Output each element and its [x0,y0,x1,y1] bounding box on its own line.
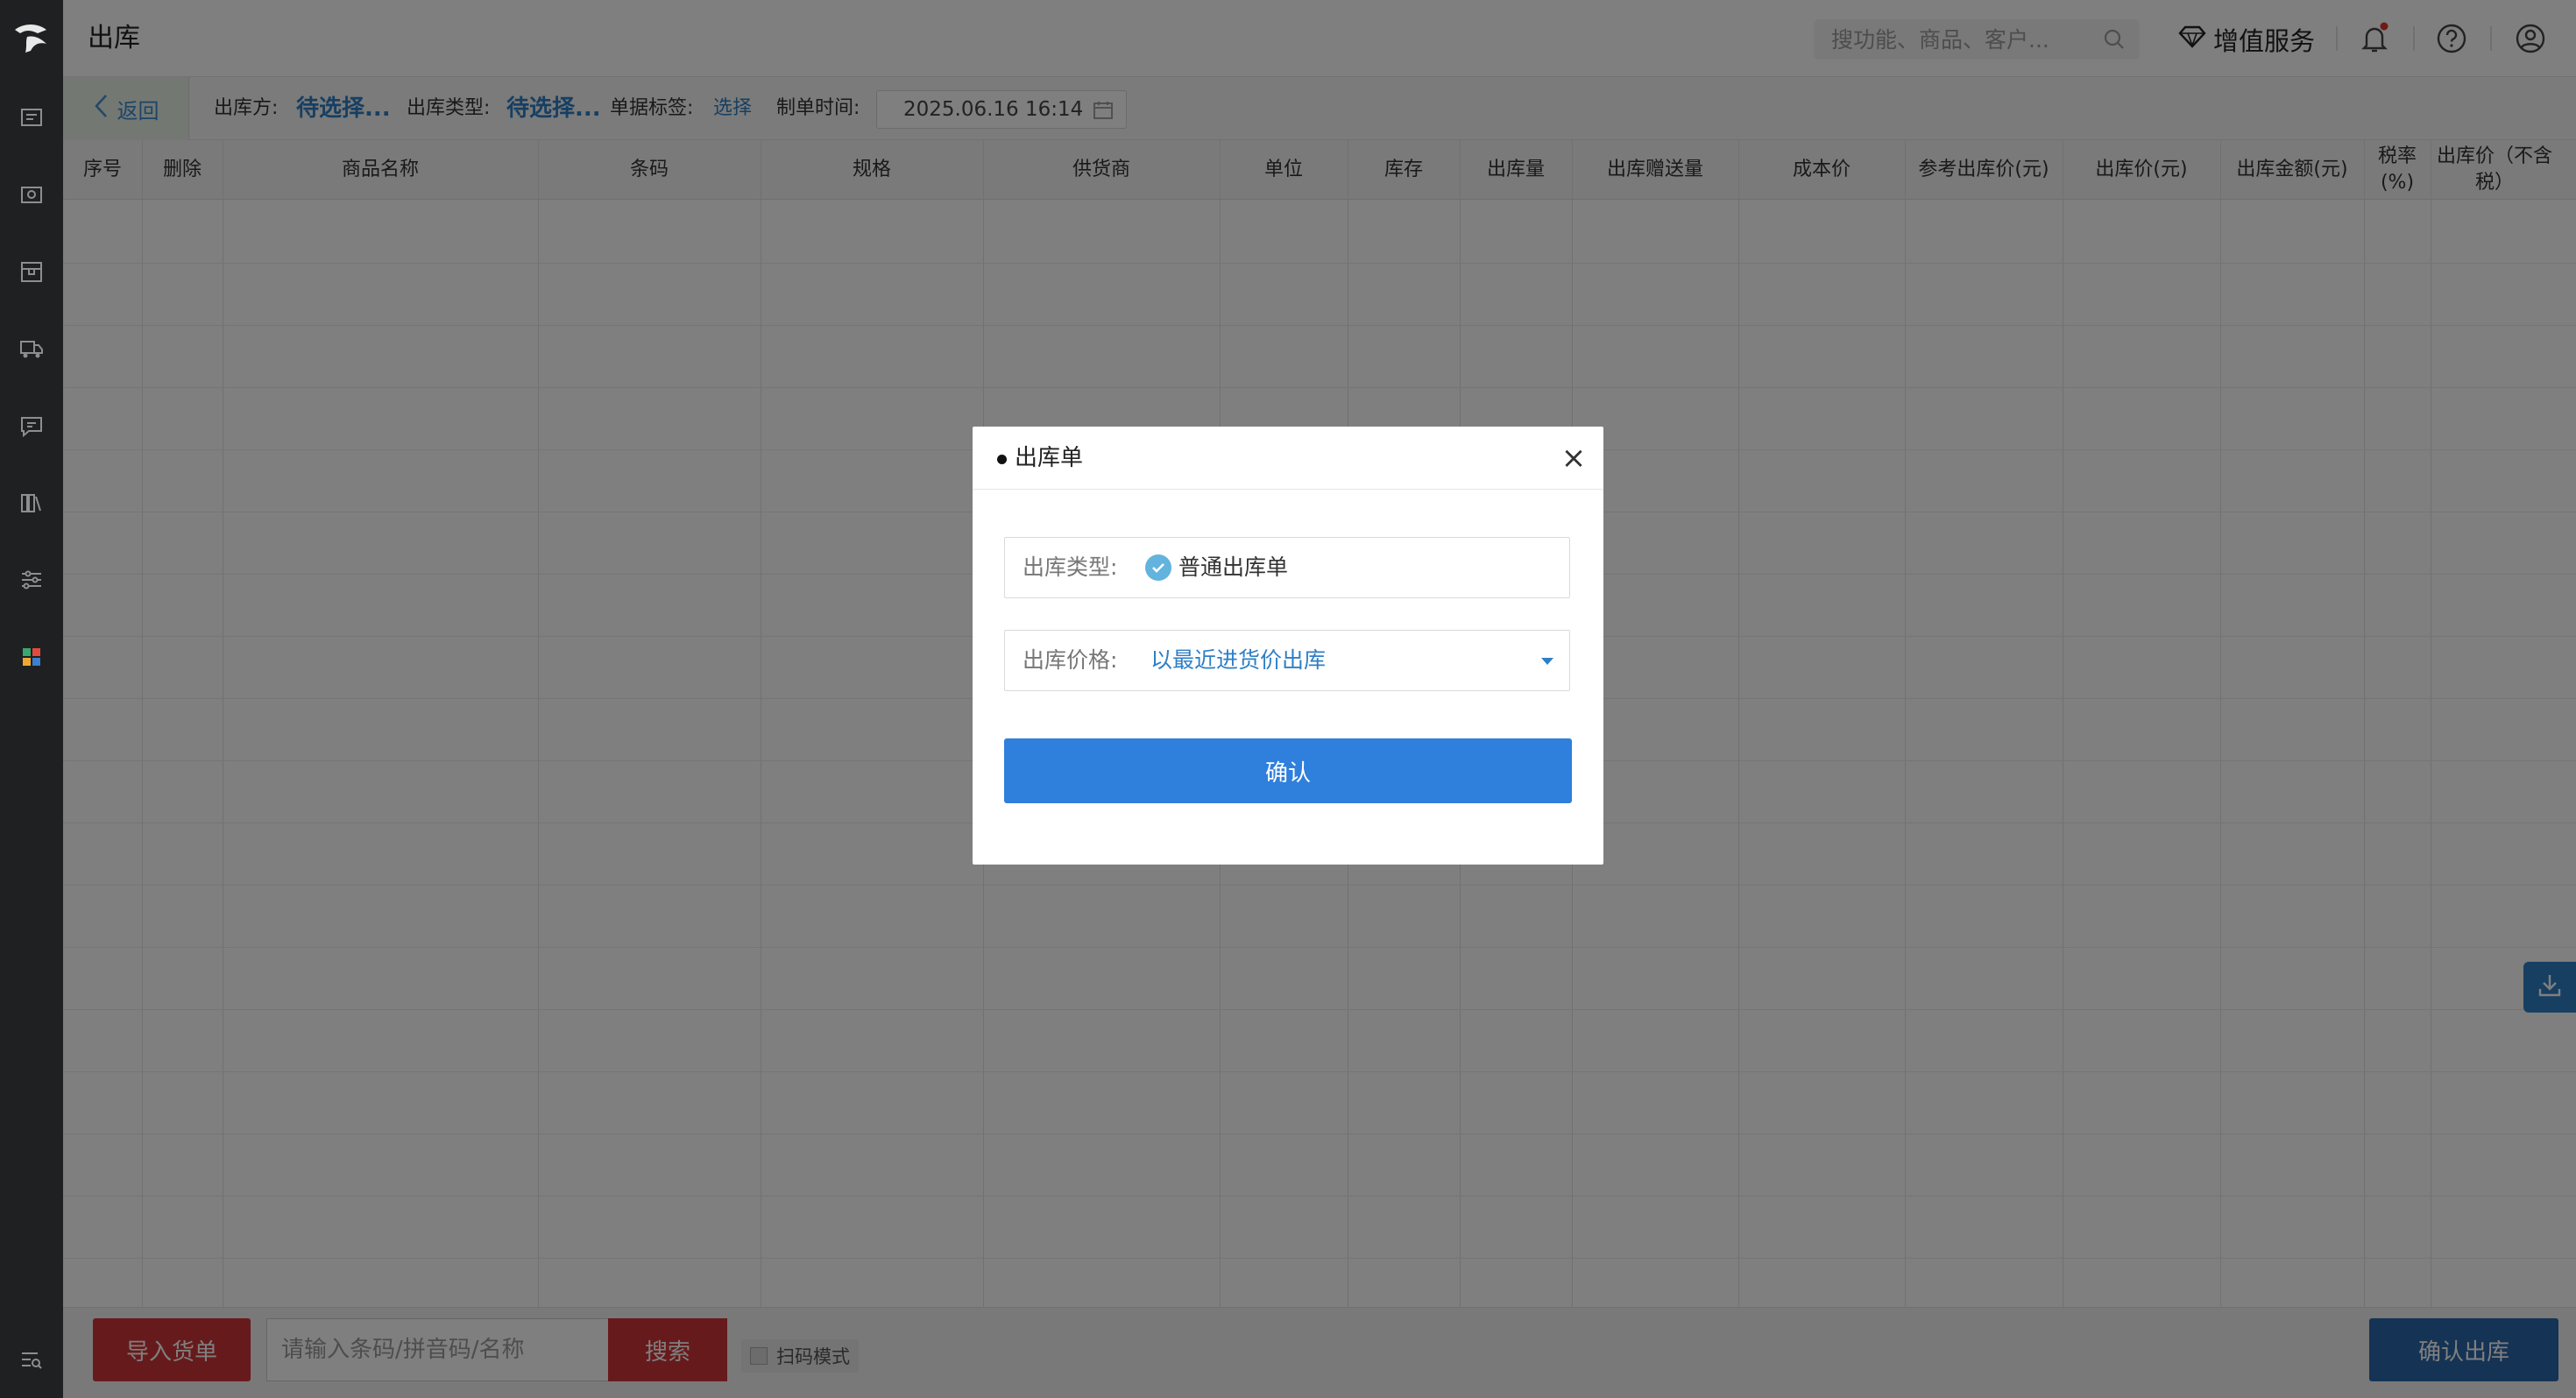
nav-delivery-icon[interactable] [16,333,47,364]
nav-settings-icon[interactable] [16,564,47,596]
nav-message-icon[interactable] [16,410,47,441]
sidebar [0,0,63,1398]
nav-collapse-icon[interactable] [16,1344,47,1375]
chevron-down-icon[interactable] [1541,658,1553,665]
dialog-title: 出库单 [1015,445,1084,471]
app-logo[interactable] [0,0,63,77]
nav-apps-icon[interactable] [16,641,47,673]
check-circle-icon[interactable] [1145,554,1171,581]
nav-reports-icon[interactable] [16,487,47,519]
out-type-field-label: 出库类型: [1023,554,1118,580]
nav-inventory-icon[interactable] [16,256,47,287]
nav-purchase-icon[interactable] [16,179,47,210]
out-price-select[interactable]: 出库价格: 以最近进货价出库 [1004,630,1570,691]
bullet-icon [997,455,1007,464]
outbound-order-dialog: 出库单 × 出库类型: 普通出库单 出库价格: 以最近进货价出库 确认 [973,427,1603,865]
close-icon[interactable]: × [1558,442,1589,474]
out-price-field-label: 出库价格: [1023,647,1118,673]
out-type-option[interactable]: 普通出库单 [1178,538,1288,597]
dialog-header: 出库单 × [973,427,1603,490]
out-type-field[interactable]: 出库类型: 普通出库单 [1004,537,1570,598]
dialog-confirm-button[interactable]: 确认 [1004,738,1572,803]
out-price-selected-value[interactable]: 以最近进货价出库 [1150,631,1326,690]
nav-sales-icon[interactable] [16,102,47,133]
